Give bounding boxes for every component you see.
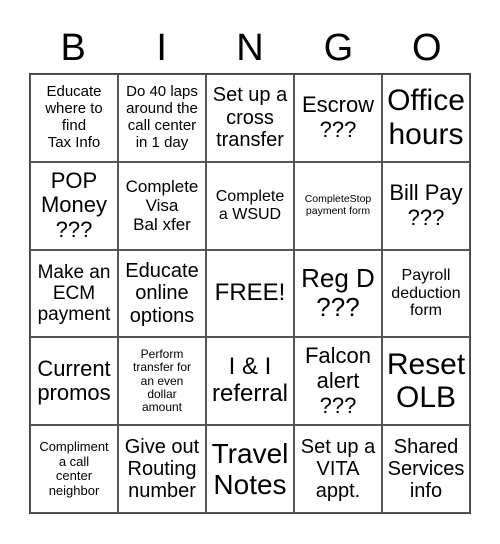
bingo-cell[interactable]: Make an ECM payment xyxy=(30,249,118,338)
bingo-cell[interactable]: Complete Visa Bal xfer xyxy=(118,161,206,250)
bingo-cell[interactable]: Current promos xyxy=(30,337,118,426)
header-letter-n: N xyxy=(236,27,264,69)
bingo-cell[interactable]: Educate online options xyxy=(118,249,206,338)
bingo-cell[interactable]: Payroll deduction form xyxy=(382,249,470,338)
bingo-cell[interactable]: Travel Notes xyxy=(206,425,294,513)
bingo-cell[interactable]: Compliment a call center neighbor xyxy=(30,425,118,513)
bingo-cell[interactable]: POP Money ??? xyxy=(30,161,118,250)
bingo-cell[interactable]: Escrow ??? xyxy=(294,74,382,162)
free-space[interactable]: FREE! xyxy=(206,249,294,338)
bingo-cell[interactable]: I & I referral xyxy=(206,337,294,426)
header-letter-o: O xyxy=(412,27,442,69)
header-letter-i: I xyxy=(156,27,167,69)
bingo-cell[interactable]: Set up a VITA appt. xyxy=(294,425,382,513)
bingo-cell[interactable]: Falcon alert ??? xyxy=(294,337,382,426)
bingo-grid: Educate where to find Tax Info Do 40 lap… xyxy=(29,73,471,514)
bingo-cell[interactable]: Educate where to find Tax Info xyxy=(30,74,118,162)
bingo-cell[interactable]: Do 40 laps around the call center in 1 d… xyxy=(118,74,206,162)
bingo-cell[interactable]: Set up a cross transfer xyxy=(206,74,294,162)
bingo-header: B I N G O xyxy=(29,24,471,72)
header-letter-g: G xyxy=(323,27,354,69)
bingo-cell[interactable]: Reset OLB xyxy=(382,337,470,426)
bingo-cell[interactable]: Complete a WSUD xyxy=(206,161,294,250)
bingo-cell[interactable]: Give out Routing number xyxy=(118,425,206,513)
bingo-cell[interactable]: Reg D ??? xyxy=(294,249,382,338)
bingo-cell[interactable]: Shared Services info xyxy=(382,425,470,513)
header-letter-b: B xyxy=(60,27,86,69)
bingo-cell[interactable]: CompleteStop payment form xyxy=(294,161,382,250)
bingo-cell[interactable]: Office hours xyxy=(382,74,470,162)
bingo-cell[interactable]: Perform transfer for an even dollar amou… xyxy=(118,337,206,426)
bingo-cell[interactable]: Bill Pay ??? xyxy=(382,161,470,250)
